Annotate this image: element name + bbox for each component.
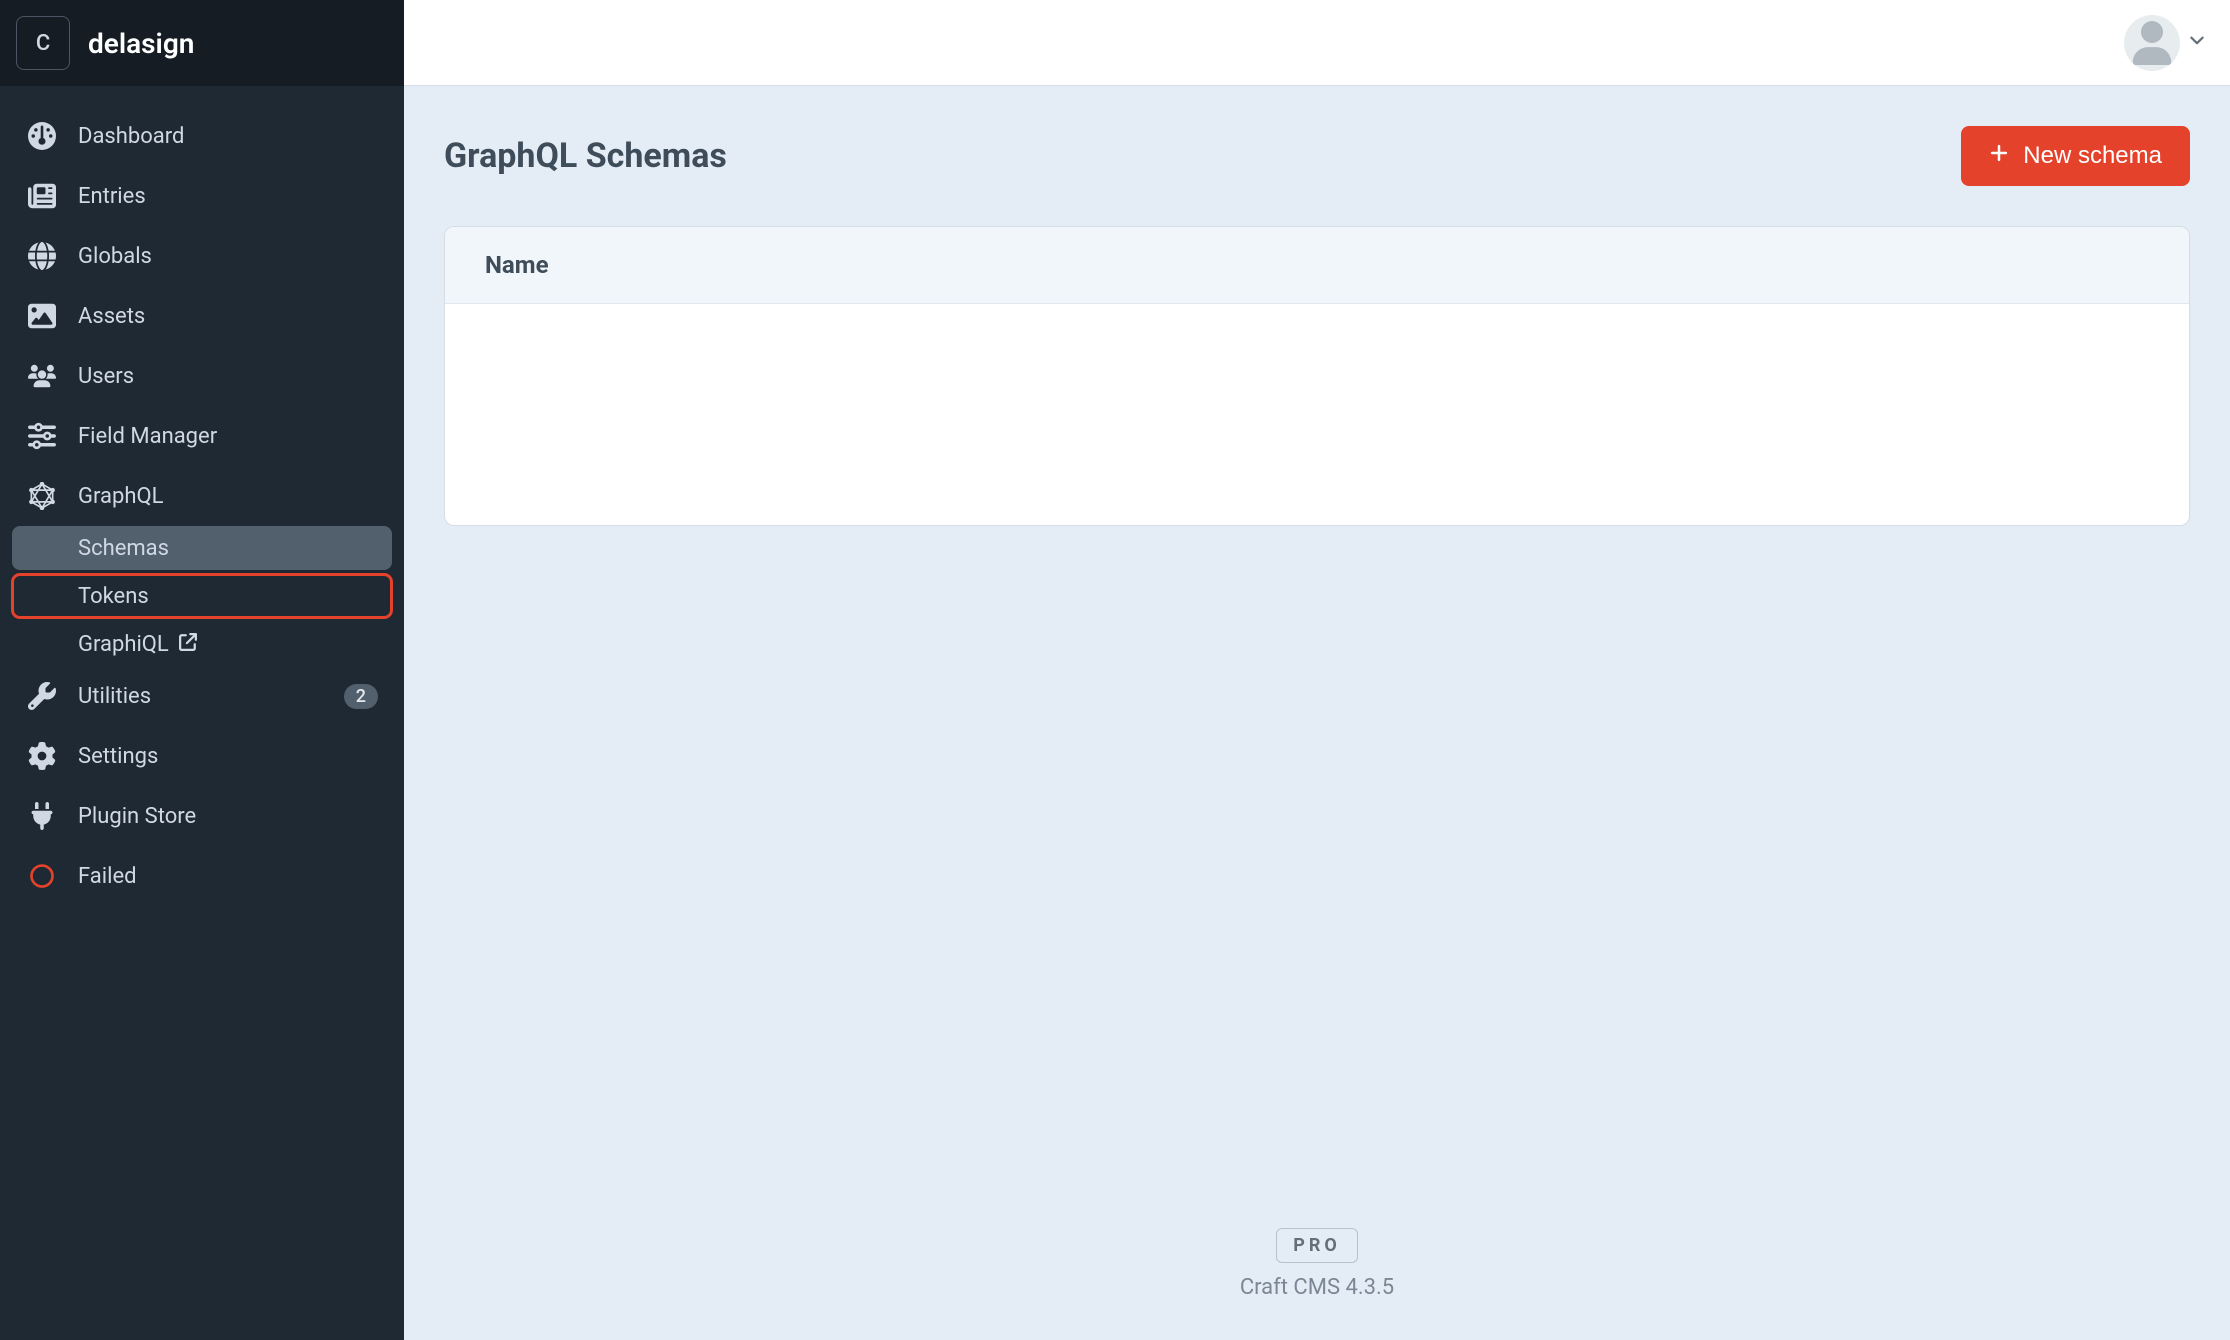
sidebar-item-label: Field Manager bbox=[78, 424, 217, 449]
chevron-down-icon bbox=[2188, 32, 2206, 54]
main-area: GraphQL Schemas New schema Name PRO Craf… bbox=[404, 0, 2230, 1340]
wrench-icon bbox=[26, 680, 58, 712]
table-header-name[interactable]: Name bbox=[445, 227, 2189, 304]
sidebar-item-globals[interactable]: Globals bbox=[12, 226, 392, 286]
subnav-item-label: Schemas bbox=[78, 536, 169, 561]
external-link-icon bbox=[179, 632, 197, 657]
graphql-subnav: Schemas Tokens GraphiQL bbox=[12, 526, 392, 666]
sidebar-item-dashboard[interactable]: Dashboard bbox=[12, 106, 392, 166]
avatar bbox=[2124, 15, 2180, 71]
gauge-icon bbox=[26, 120, 58, 152]
globe-icon bbox=[26, 240, 58, 272]
page-header: GraphQL Schemas New schema bbox=[444, 126, 2190, 186]
site-logo-badge: C bbox=[16, 16, 70, 70]
sidebar-item-plugin-store[interactable]: Plugin Store bbox=[12, 786, 392, 846]
sidebar-nav: Dashboard Entries Globals Assets Users bbox=[0, 86, 404, 926]
sidebar-item-label: Users bbox=[78, 364, 134, 389]
cms-version: Craft CMS 4.3.5 bbox=[1240, 1275, 1394, 1300]
sidebar-item-failed[interactable]: Failed bbox=[12, 846, 392, 906]
subnav-item-tokens[interactable]: Tokens bbox=[12, 574, 392, 618]
plug-icon bbox=[26, 800, 58, 832]
sidebar-item-label: Dashboard bbox=[78, 124, 184, 149]
subnav-item-schemas[interactable]: Schemas bbox=[12, 526, 392, 570]
sidebar-item-label: Failed bbox=[78, 864, 137, 889]
sidebar-item-label: Globals bbox=[78, 244, 152, 269]
sidebar-item-field-manager[interactable]: Field Manager bbox=[12, 406, 392, 466]
newspaper-icon bbox=[26, 180, 58, 212]
sidebar-item-label: Settings bbox=[78, 744, 158, 769]
sidebar-item-label: Entries bbox=[78, 184, 146, 209]
user-menu[interactable] bbox=[2124, 15, 2206, 71]
topbar bbox=[404, 0, 2230, 86]
graphql-icon bbox=[26, 480, 58, 512]
sidebar-item-graphql[interactable]: GraphQL bbox=[12, 466, 392, 526]
subnav-item-graphiql[interactable]: GraphiQL bbox=[12, 622, 392, 666]
sliders-icon bbox=[26, 420, 58, 452]
gear-icon bbox=[26, 740, 58, 772]
sidebar: C delasign Dashboard Entries Globals bbox=[0, 0, 404, 1340]
image-icon bbox=[26, 300, 58, 332]
sidebar-item-label: Plugin Store bbox=[78, 804, 196, 829]
sidebar-item-utilities[interactable]: Utilities 2 bbox=[12, 666, 392, 726]
site-logo-letter: C bbox=[36, 31, 50, 56]
sidebar-item-users[interactable]: Users bbox=[12, 346, 392, 406]
subnav-item-label: GraphiQL bbox=[78, 632, 169, 657]
new-schema-button-label: New schema bbox=[2023, 142, 2162, 170]
site-name: delasign bbox=[88, 27, 194, 60]
edition-badge[interactable]: PRO bbox=[1276, 1228, 1358, 1263]
page-title: GraphQL Schemas bbox=[444, 136, 727, 176]
plus-icon bbox=[1989, 142, 2009, 170]
content: GraphQL Schemas New schema Name PRO Craf… bbox=[404, 86, 2230, 1340]
sidebar-item-label: Utilities bbox=[78, 684, 151, 709]
users-icon bbox=[26, 360, 58, 392]
sidebar-item-entries[interactable]: Entries bbox=[12, 166, 392, 226]
footer: PRO Craft CMS 4.3.5 bbox=[444, 1188, 2190, 1300]
sidebar-header[interactable]: C delasign bbox=[0, 0, 404, 86]
utilities-badge: 2 bbox=[344, 684, 378, 709]
circle-outline-icon bbox=[26, 860, 58, 892]
sidebar-item-label: Assets bbox=[78, 304, 145, 329]
sidebar-item-label: GraphQL bbox=[78, 484, 163, 509]
sidebar-item-settings[interactable]: Settings bbox=[12, 726, 392, 786]
new-schema-button[interactable]: New schema bbox=[1961, 126, 2190, 186]
sidebar-item-assets[interactable]: Assets bbox=[12, 286, 392, 346]
subnav-item-label: Tokens bbox=[78, 584, 149, 609]
schemas-panel: Name bbox=[444, 226, 2190, 526]
